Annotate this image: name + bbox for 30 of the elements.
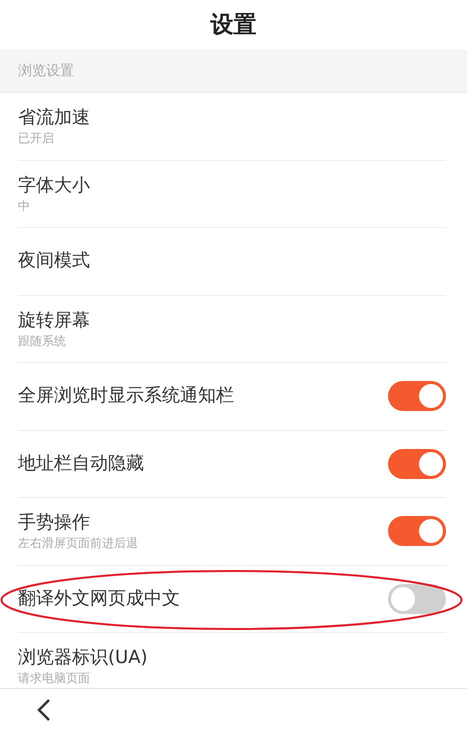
toggle-switch[interactable] xyxy=(388,584,446,614)
setting-subtitle: 请求电脑页面 xyxy=(18,670,91,686)
settings-row[interactable]: 浏览器标识(UA) 请求电脑页面 xyxy=(18,633,446,688)
setting-label: 旋转屏幕 xyxy=(18,308,90,333)
setting-subtitle: 中 xyxy=(18,198,31,214)
settings-row[interactable]: 旋转屏幕 跟随系统 xyxy=(18,296,446,363)
setting-label: 浏览器标识(UA) xyxy=(18,646,148,670)
settings-row[interactable]: 省流加速 已开启 xyxy=(18,93,446,160)
setting-subtitle: 跟随系统 xyxy=(18,332,67,349)
setting-subtitle: 左右滑屏页面前进后退 xyxy=(18,535,138,552)
toggle-switch[interactable] xyxy=(388,516,446,546)
settings-row[interactable]: 全屏浏览时显示系统通知栏 xyxy=(18,363,446,430)
section-title: 浏览设置 xyxy=(18,62,74,81)
settings-row[interactable]: 字体大小 中 xyxy=(18,160,446,228)
toggle-switch[interactable] xyxy=(388,448,446,479)
back-icon[interactable] xyxy=(36,698,52,720)
settings-row[interactable]: 手势操作 左右滑屏页面前进后退 xyxy=(18,498,446,566)
setting-label: 翻译外文网页成中文 xyxy=(18,586,180,611)
page-title: 设置 xyxy=(210,10,256,40)
settings-row[interactable]: 翻译外文网页成中文 xyxy=(18,566,446,633)
setting-label: 地址栏自动隐藏 xyxy=(18,452,144,476)
settings-row[interactable]: 地址栏自动隐藏 xyxy=(18,430,446,498)
setting-label: 手势操作 xyxy=(18,511,91,536)
setting-label: 省流加速 xyxy=(18,106,90,130)
setting-subtitle: 已开启 xyxy=(18,130,55,146)
setting-label: 字体大小 xyxy=(18,174,90,198)
toggle-switch[interactable] xyxy=(388,381,446,412)
setting-label: 全屏浏览时显示系统通知栏 xyxy=(18,384,234,408)
settings-row[interactable]: 夜间模式 xyxy=(18,228,446,296)
setting-label: 夜间模式 xyxy=(18,249,90,274)
